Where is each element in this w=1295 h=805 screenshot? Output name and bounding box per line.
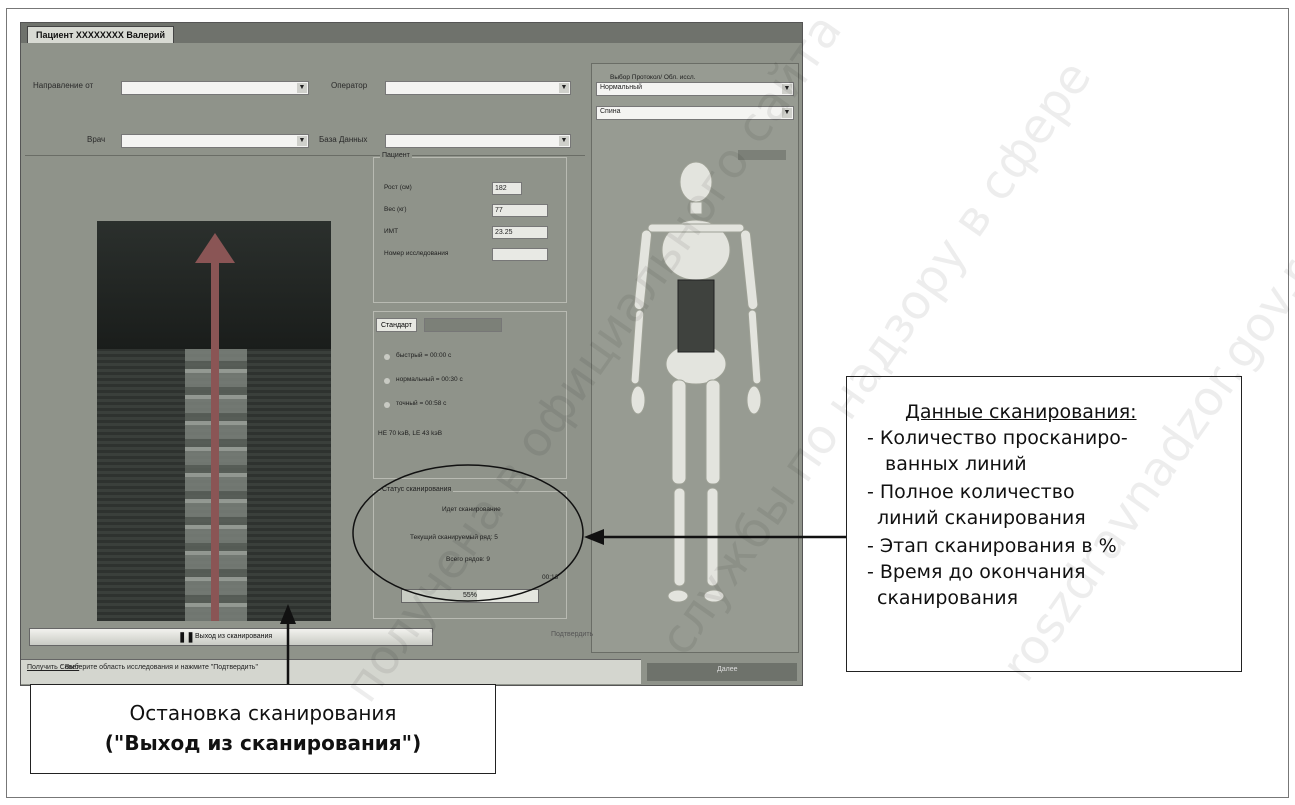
scan-status-title: Статус сканирования: [380, 486, 454, 493]
scan-image: [97, 221, 331, 621]
chevron-down-icon[interactable]: ▼: [297, 83, 307, 93]
scan-direction-arrow: [211, 261, 219, 621]
callout-title: Данные сканирования:: [905, 401, 1137, 423]
radio-normal[interactable]: [384, 378, 390, 384]
arrow-up-icon: [195, 233, 235, 263]
next-button[interactable]: Далее: [647, 663, 797, 681]
chevron-down-icon[interactable]: ▼: [559, 136, 569, 146]
confirm-button[interactable]: Подтвердить: [551, 631, 593, 638]
pause-icon: ❚❚: [178, 632, 195, 643]
time-left-text: 00:13: [542, 574, 559, 581]
title-bar: Пациент XXXXXXXX Валерий: [21, 23, 802, 43]
bmi-field: 23.25: [492, 226, 548, 239]
study-number-field[interactable]: [492, 248, 548, 261]
option-fast-label: быстрый = 00:00 с: [396, 352, 452, 359]
patient-group: Пациент Рост (см) 182 Вес (кг) 77 ИМТ 23…: [373, 152, 567, 303]
stop-close-quote: "): [401, 731, 422, 755]
weight-label: Вес (кг): [384, 206, 407, 213]
callout-line-2: ванных линий: [885, 453, 1027, 475]
referral-section: Направление от ▼ Оператор ▼ Врач ▼ База …: [25, 45, 585, 156]
radio-fast[interactable]: [384, 354, 390, 360]
chevron-down-icon[interactable]: ▼: [297, 136, 307, 146]
doctor-select[interactable]: ▼: [121, 134, 309, 148]
stop-scan-callout: Остановка сканирования ("Выход из сканир…: [30, 684, 496, 774]
stop-button-name: Выход из сканирования: [124, 731, 402, 755]
study-number-label: Номер исследования: [384, 250, 449, 257]
stop-callout-line-1: Остановка сканирования: [129, 701, 397, 725]
weight-field[interactable]: 77: [492, 204, 548, 217]
patient-tab[interactable]: Пациент XXXXXXXX Валерий: [27, 26, 175, 43]
doctor-label: Врач: [87, 135, 106, 144]
radio-precise[interactable]: [384, 402, 390, 408]
height-field[interactable]: 182: [492, 182, 522, 195]
callout-line-4: линий сканирования: [877, 507, 1086, 529]
referred-from-label: Направление от: [33, 81, 94, 90]
next-label: Далее: [717, 666, 738, 673]
status-bar: Получить Совет : Выберите область исслед…: [21, 659, 641, 684]
energy-label: HE 70 kэB, LE 43 kэB: [378, 430, 443, 437]
callout-line-1: - Количество просканиро-: [867, 427, 1128, 449]
option-normal-label: нормальный = 00:30 с: [396, 376, 463, 383]
tab-other[interactable]: [424, 318, 502, 332]
spine-region-highlight[interactable]: [677, 279, 715, 353]
exit-scan-label: Выход из сканирования: [195, 633, 273, 640]
option-precise-label: точный = 00:58 с: [396, 400, 447, 407]
operator-select[interactable]: ▼: [385, 81, 571, 95]
operator-label: Оператор: [331, 81, 368, 90]
scan-progress-label: 55%: [462, 592, 477, 599]
callout-line-3: - Полное количество: [867, 481, 1075, 503]
status-message: : Выберите область исследования и нажмит…: [61, 664, 258, 671]
height-label: Рост (см): [384, 184, 412, 191]
chevron-down-icon[interactable]: ▼: [559, 83, 569, 93]
patient-group-title: Пациент: [380, 152, 412, 159]
referred-from-select[interactable]: ▼: [121, 81, 309, 95]
database-select[interactable]: ▼: [385, 134, 571, 148]
tab-standard[interactable]: Стандарт: [376, 318, 417, 332]
stop-callout-line-2: ("Выход из сканирования"): [31, 731, 495, 755]
bmi-label: ИМТ: [384, 228, 399, 235]
database-label: База Данных: [319, 135, 368, 144]
callout-line-7: сканирования: [877, 587, 1019, 609]
stop-open-quote: (": [104, 731, 125, 755]
